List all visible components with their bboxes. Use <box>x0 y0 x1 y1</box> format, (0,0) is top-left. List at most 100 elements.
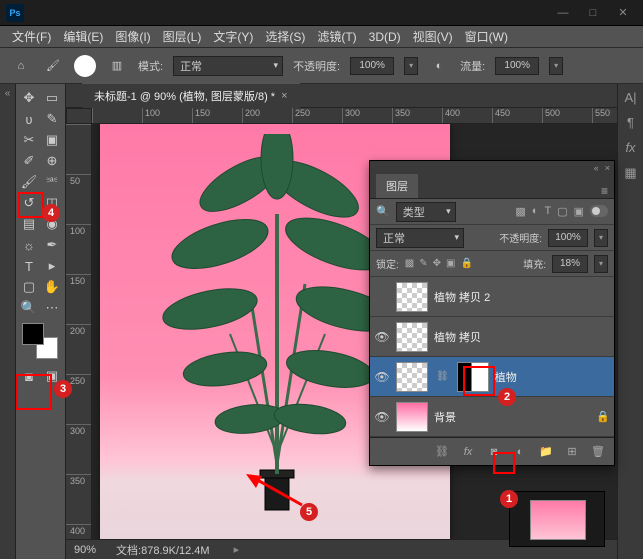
layer-row[interactable]: 👁 植物 拷贝 <box>370 317 614 357</box>
hand-tool[interactable]: ✋ <box>41 277 63 297</box>
quick-select-tool[interactable]: ✎ <box>41 109 63 129</box>
menu-file[interactable]: 文件(F) <box>6 25 57 48</box>
layer-thumb[interactable] <box>396 362 428 392</box>
new-layer-icon[interactable]: ⊞ <box>564 445 580 458</box>
menu-layer[interactable]: 图层(L) <box>157 25 208 48</box>
dodge-tool[interactable]: ☼ <box>18 235 40 255</box>
flow-slider[interactable]: ▾ <box>549 57 563 75</box>
filter-toggle[interactable] <box>590 205 608 217</box>
layers-panel[interactable]: «× 图层 ≡ 🔍 类型 ▩ ◐ T ▢ ▣ 正常 不透明度: 100% ▾ 锁… <box>369 160 615 466</box>
home-icon[interactable]: ⌂ <box>10 55 32 77</box>
link-layers-icon[interactable]: ⛓ <box>434 445 450 458</box>
document-tab[interactable]: 未标题-1 @ 90% (植物, 图层蒙版/8) * × <box>82 83 300 108</box>
new-group-icon[interactable]: 📁 <box>538 445 554 458</box>
close-tab-icon[interactable]: × <box>281 90 287 102</box>
menu-view[interactable]: 视图(V) <box>407 25 459 48</box>
layer-row[interactable]: 👁 ⛓ 植物 <box>370 357 614 397</box>
add-mask-icon[interactable]: ◙ <box>486 446 502 458</box>
lock-pixels-icon[interactable]: ▩ <box>405 258 414 269</box>
visibility-toggle[interactable]: 👁 <box>374 330 390 344</box>
opacity-input[interactable]: 100% <box>350 57 394 75</box>
lock-brush-icon[interactable]: ✎ <box>419 258 427 269</box>
visibility-toggle[interactable]: 👁 <box>374 410 390 424</box>
layer-opacity-slider[interactable]: ▾ <box>594 229 608 247</box>
panel-close-icon[interactable]: × <box>605 163 610 173</box>
history-brush-tool[interactable]: ↺ <box>18 193 40 213</box>
type-tool[interactable]: T <box>18 256 40 276</box>
doc-info-arrow-icon[interactable]: ▸ <box>234 543 240 556</box>
lock-position-icon[interactable]: ✥ <box>433 258 441 269</box>
styles-panel-icon[interactable]: fx <box>625 140 635 155</box>
menu-window[interactable]: 窗口(W) <box>459 25 514 48</box>
ruler-origin[interactable] <box>66 108 92 124</box>
brush-tool-icon[interactable]: 🖌 <box>42 55 64 77</box>
brush-tool[interactable]: 🖌 <box>18 172 40 192</box>
doc-info[interactable]: 文档:878.9K/12.4M <box>116 542 210 558</box>
eyedropper-tool[interactable]: ✐ <box>18 151 40 171</box>
brush-settings-icon[interactable]: ▥ <box>106 55 128 77</box>
screenmode-toggle[interactable]: ▣ <box>41 366 63 386</box>
fill-input[interactable]: 18% <box>552 255 588 273</box>
move-tool[interactable]: ✥ <box>18 88 40 108</box>
layer-row[interactable]: 👁 背景 🔒 <box>370 397 614 437</box>
menu-filter[interactable]: 滤镜(T) <box>311 25 362 48</box>
minimize-button[interactable]: — <box>549 3 577 23</box>
layer-blend-dropdown[interactable]: 正常 <box>376 228 464 248</box>
character-panel-icon[interactable]: A| <box>624 90 636 105</box>
filter-pixel-icon[interactable]: ▩ <box>515 205 525 218</box>
menu-image[interactable]: 图像(I) <box>109 25 156 48</box>
brush-preview[interactable] <box>74 55 96 77</box>
close-button[interactable]: ✕ <box>609 3 637 23</box>
delete-layer-icon[interactable]: 🗑 <box>590 445 606 458</box>
blend-mode-dropdown[interactable]: 正常 <box>173 56 283 76</box>
crop-tool[interactable]: ✂ <box>18 130 40 150</box>
healing-tool[interactable]: ⊕ <box>41 151 63 171</box>
layers-tab[interactable]: 图层 <box>376 174 418 198</box>
layer-fx-icon[interactable]: fx <box>460 446 476 458</box>
zoom-tool[interactable]: 🔍 <box>18 298 40 318</box>
layer-thumb[interactable] <box>396 402 428 432</box>
edit-toolbar[interactable]: ⋯ <box>41 298 63 318</box>
adjustment-layer-icon[interactable]: ◐ <box>512 446 528 458</box>
panel-menu-icon[interactable]: ≡ <box>601 184 608 198</box>
opacity-slider[interactable]: ▾ <box>404 57 418 75</box>
filter-shape-icon[interactable]: ▢ <box>557 205 567 218</box>
layer-opacity-input[interactable]: 100% <box>548 229 588 247</box>
layer-name[interactable]: 植物 拷贝 <box>434 329 481 345</box>
foreground-swatch[interactable] <box>22 323 44 345</box>
layer-mask-thumb[interactable] <box>457 362 489 392</box>
menu-3d[interactable]: 3D(D) <box>363 27 407 47</box>
ruler-horizontal[interactable]: 100150200250300350400450500550600 <box>92 108 617 124</box>
pen-tool[interactable]: ✒ <box>41 235 63 255</box>
search-icon[interactable]: 🔍 <box>376 205 390 218</box>
layer-filter-dropdown[interactable]: 类型 <box>396 202 456 222</box>
menu-type[interactable]: 文字(Y) <box>207 25 259 48</box>
ruler-vertical[interactable]: 50100150200250300350400450 <box>66 124 92 539</box>
flow-input[interactable]: 100% <box>495 57 539 75</box>
frame-tool[interactable]: ▣ <box>41 130 63 150</box>
menu-select[interactable]: 选择(S) <box>259 25 311 48</box>
visibility-toggle[interactable]: 👁 <box>374 370 390 384</box>
layer-thumb[interactable] <box>396 282 428 312</box>
quickmask-toggle[interactable]: ◙ <box>18 366 40 386</box>
panel-collapse-icon[interactable]: « <box>594 163 599 173</box>
layer-name[interactable]: 植物 拷贝 2 <box>434 289 490 305</box>
shape-tool[interactable]: ▢ <box>18 277 40 297</box>
clone-tool[interactable]: ⎃ <box>41 172 63 192</box>
layer-name[interactable]: 植物 <box>495 369 517 385</box>
layer-name[interactable]: 背景 <box>434 409 456 425</box>
marquee-tool[interactable]: ▭ <box>41 88 63 108</box>
fill-slider[interactable]: ▾ <box>594 255 608 273</box>
gradient-tool[interactable]: ▤ <box>18 214 40 234</box>
menu-edit[interactable]: 编辑(E) <box>57 25 109 48</box>
link-mask-icon[interactable]: ⛓ <box>436 371 449 382</box>
path-select-tool[interactable]: ▸ <box>41 256 63 276</box>
swatches-panel-icon[interactable]: ▦ <box>624 165 636 181</box>
sidebar-toggle[interactable]: « <box>0 84 16 559</box>
filter-type-icon[interactable]: T <box>544 205 551 218</box>
eraser-tool[interactable]: ◫ <box>41 193 63 213</box>
zoom-level[interactable]: 90% <box>74 544 96 556</box>
layer-row[interactable]: 植物 拷贝 2 <box>370 277 614 317</box>
filter-smart-icon[interactable]: ▣ <box>574 205 584 218</box>
pressure-opacity-icon[interactable]: ◐ <box>428 55 450 77</box>
